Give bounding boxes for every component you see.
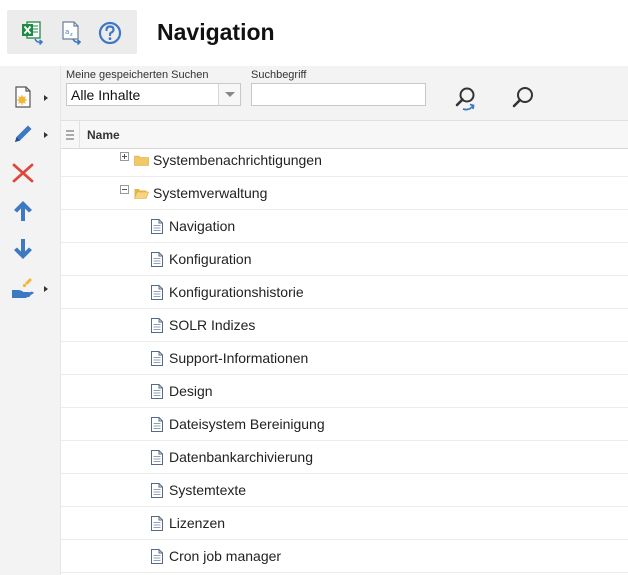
page-title: Navigation [157, 19, 275, 45]
text-export-icon: a z [62, 21, 82, 46]
page-icon [151, 516, 163, 531]
saved-searches-select[interactable]: Alle Inhalte [66, 83, 241, 106]
tree-item-label: Konfigurationshistorie [169, 284, 304, 300]
delete-x-icon [12, 163, 34, 183]
search-icon [512, 87, 533, 108]
tree-item-row[interactable]: Design [61, 375, 628, 408]
page-icon [151, 384, 163, 399]
tree-item-row[interactable]: Support-Informationen [61, 342, 628, 375]
menu-caret-icon [44, 95, 48, 101]
navigation-tree: Systembenachrichtigungen Systemverwaltung… [61, 149, 628, 575]
reset-search-button[interactable] [452, 85, 480, 113]
handover-button[interactable] [10, 273, 54, 303]
saved-searches-label: Meine gespeicherten Suchen [66, 69, 209, 81]
text-export-button[interactable]: a z [58, 19, 86, 47]
svg-text:a: a [65, 28, 69, 36]
tree-item-row[interactable]: Konfiguration [61, 243, 628, 276]
left-toolbar [0, 66, 61, 575]
handover-icon [12, 278, 34, 298]
app-window: a z Navigation Meine gespeicherten Suche… [0, 0, 628, 575]
tree-item-row[interactable]: Cron job manager [61, 540, 628, 573]
tree-item-label: Cron job manager [169, 548, 282, 564]
tree-item-label: Design [169, 383, 213, 399]
tree-item-label: Dateisystem Bereinigung [169, 416, 325, 432]
page-icon [151, 318, 163, 333]
saved-searches-value: Alle Inhalte [71, 87, 141, 103]
svg-text:z: z [70, 32, 73, 38]
tree-folder-label: Systembenachrichtigungen [153, 152, 322, 168]
tree-item-row[interactable]: Systemtexte [61, 474, 628, 507]
tree-item-label: SOLR Indizes [169, 317, 256, 333]
tree-item-label: Systemtexte [169, 482, 247, 498]
chevron-down-icon[interactable] [218, 84, 240, 105]
page-icon [151, 285, 163, 300]
tree-item-row[interactable]: Datenbankarchivierung [61, 441, 628, 474]
excel-export-icon [22, 21, 44, 46]
tree-item-row[interactable]: Dateisystem Bereinigung [61, 408, 628, 441]
folder-open-icon [134, 189, 149, 199]
column-menu-icon[interactable] [66, 130, 74, 140]
move-down-button[interactable] [10, 234, 54, 264]
tree-item-label: Konfiguration [169, 251, 252, 267]
folder-icon [134, 155, 149, 166]
column-separator [79, 121, 80, 149]
search-term-label: Suchbegriff [251, 69, 307, 81]
search-term-input[interactable] [251, 83, 426, 106]
delete-button[interactable] [10, 158, 54, 188]
table-header: Name [61, 120, 628, 149]
page-icon [151, 252, 163, 267]
menu-caret-icon [44, 132, 48, 138]
search-reset-icon [455, 87, 475, 111]
search-button[interactable] [509, 84, 537, 112]
page-icon [151, 549, 163, 564]
page-icon [151, 450, 163, 465]
menu-caret-icon [44, 286, 48, 292]
column-header-name[interactable]: Name [87, 128, 120, 142]
tree-folder-row[interactable]: Systembenachrichtigungen [61, 149, 628, 177]
move-up-icon [14, 201, 32, 221]
move-up-button[interactable] [10, 196, 54, 226]
tree-item-label: Navigation [169, 218, 236, 234]
tree-item-label: Lizenzen [169, 515, 226, 531]
tree-item-label: Datenbankarchivierung [169, 449, 313, 465]
edit-button[interactable] [10, 119, 54, 149]
excel-export-button[interactable] [19, 19, 47, 47]
expand-icon[interactable] [120, 152, 129, 161]
tree-item-label: Support-Informationen [169, 350, 309, 366]
tree-folder-row[interactable]: Systemverwaltung [61, 177, 628, 210]
edit-pencil-icon [15, 125, 32, 142]
tree-item-row[interactable]: Navigation [61, 210, 628, 243]
new-document-button[interactable] [10, 82, 54, 112]
top-toolbar: a z [7, 10, 137, 54]
tree-item-row[interactable]: Konfigurationshistorie [61, 276, 628, 309]
help-button[interactable] [96, 19, 124, 47]
new-document-icon [15, 86, 31, 108]
page-icon [151, 219, 163, 234]
tree-item-row[interactable]: Lizenzen [61, 507, 628, 540]
help-icon [98, 21, 122, 45]
page-icon [151, 417, 163, 432]
page-icon [151, 351, 163, 366]
move-down-icon [14, 239, 32, 259]
collapse-icon[interactable] [120, 185, 129, 194]
tree-item-row[interactable]: SOLR Indizes [61, 309, 628, 342]
page-icon [151, 483, 163, 498]
tree-folder-label: Systemverwaltung [153, 185, 268, 201]
